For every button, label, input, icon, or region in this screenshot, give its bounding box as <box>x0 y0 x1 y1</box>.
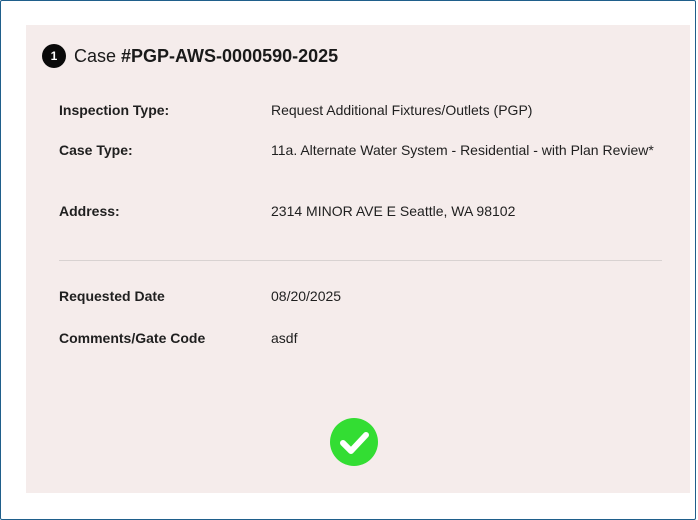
comments-value: asdf <box>271 330 298 346</box>
step-number-badge: 1 <box>42 44 66 68</box>
comments-label: Comments/Gate Code <box>59 330 206 346</box>
requested-date-row: Requested Date 08/20/2025 <box>59 286 679 306</box>
requested-date-value: 08/20/2025 <box>271 288 342 304</box>
case-number: #PGP-AWS-0000590-2025 <box>121 45 339 66</box>
comments-row: Comments/Gate Code asdf <box>59 328 679 348</box>
case-type-value: 11a. Alternate Water System - Residentia… <box>271 142 654 158</box>
section-divider <box>59 260 662 261</box>
case-header: 1 Case #PGP-AWS-0000590-2025 <box>42 44 338 68</box>
confirmation-frame: 1 Case #PGP-AWS-0000590-2025 Inspection … <box>0 0 696 520</box>
inspection-type-value: Request Additional Fixtures/Outlets (PGP… <box>271 102 533 118</box>
check-circle-background <box>330 418 378 466</box>
case-summary-card: 1 Case #PGP-AWS-0000590-2025 Inspection … <box>26 25 690 493</box>
inspection-type-row: Inspection Type: Request Additional Fixt… <box>59 100 679 120</box>
case-type-label: Case Type: <box>59 142 133 158</box>
case-prefix: Case <box>74 45 117 66</box>
case-type-row: Case Type: 11a. Alternate Water System -… <box>59 140 679 160</box>
address-row: Address: 2314 MINOR AVE E Seattle, WA 98… <box>59 201 679 221</box>
requested-date-label: Requested Date <box>59 288 165 304</box>
inspection-type-label: Inspection Type: <box>59 102 170 118</box>
address-value: 2314 MINOR AVE E Seattle, WA 98102 <box>271 203 516 219</box>
address-label: Address: <box>59 203 120 219</box>
check-circle-icon <box>330 418 378 466</box>
